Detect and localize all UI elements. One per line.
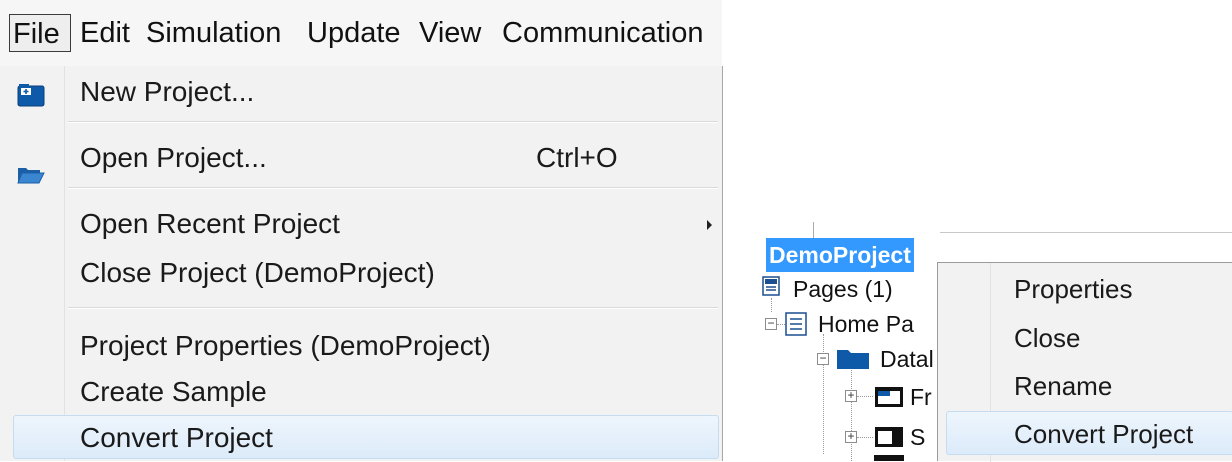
frame-icon	[875, 387, 903, 407]
page-icon	[785, 312, 807, 336]
tree-node-s[interactable]: S	[910, 420, 925, 454]
menu-item-open-project[interactable]: Open Project...	[80, 136, 267, 180]
tree-connector	[857, 396, 873, 397]
menu-separator	[68, 307, 718, 309]
tree-collapse-toggle[interactable]: −	[765, 317, 777, 330]
tree-connector	[857, 437, 873, 438]
shortcut-open-project: Ctrl+O	[536, 142, 618, 173]
folder-icon	[837, 350, 869, 369]
menu-item-convert-project[interactable]: Convert Project	[80, 416, 273, 460]
pages-icon	[762, 276, 780, 296]
tree-connector	[777, 324, 785, 325]
menu-separator	[68, 187, 718, 189]
tree-node-fr[interactable]: Fr	[910, 380, 932, 414]
menu-communication[interactable]: Communication	[502, 14, 703, 52]
context-item-close[interactable]: Close	[1014, 316, 1080, 360]
menu-file[interactable]: File	[9, 14, 71, 52]
menu-simulation[interactable]: Simulation	[146, 14, 281, 52]
tree-node-datal[interactable]: Datal	[880, 342, 934, 376]
menu-separator	[68, 121, 718, 123]
menu-item-close-project[interactable]: Close Project (DemoProject)	[80, 251, 435, 295]
menu-update[interactable]: Update	[307, 14, 401, 52]
tree-node-project-selected[interactable]: DemoProject	[766, 238, 914, 272]
folder-open-icon	[17, 168, 45, 184]
tree-connector	[771, 298, 772, 312]
menu-item-create-sample[interactable]: Create Sample	[80, 370, 267, 414]
tree-collapse-toggle[interactable]: −	[817, 352, 829, 365]
context-menu: Properties Close Rename Convert Project	[937, 262, 1232, 462]
file-dropdown-menu: New Project... Open Project... Ctrl+O Op…	[0, 66, 723, 461]
menu-icon-gutter	[0, 66, 65, 461]
tree-expand-toggle[interactable]: +	[845, 430, 857, 443]
tree-header-strip	[940, 232, 1232, 263]
context-item-rename[interactable]: Rename	[1014, 364, 1112, 408]
tree-node-pages[interactable]: Pages (1)	[793, 272, 893, 306]
tree-node-home-page[interactable]: Home Pa	[818, 307, 914, 341]
menu-view[interactable]: View	[419, 14, 481, 52]
menu-bar: File Edit Simulation Update View Communi…	[0, 0, 722, 67]
screen-icon	[875, 427, 903, 447]
tree-connector	[851, 368, 852, 461]
context-item-properties[interactable]: Properties	[1014, 267, 1133, 311]
frame-icon	[874, 455, 904, 461]
menu-item-new-project[interactable]: New Project...	[80, 70, 254, 114]
menu-item-project-properties[interactable]: Project Properties (DemoProject)	[80, 324, 491, 368]
menu-edit[interactable]: Edit	[80, 14, 130, 52]
context-item-convert-project[interactable]: Convert Project	[1014, 412, 1193, 456]
tree-expand-toggle[interactable]: +	[845, 389, 857, 402]
submenu-arrow-icon	[707, 220, 712, 230]
menu-item-open-recent-project[interactable]: Open Recent Project	[80, 202, 340, 246]
new-project-icon	[17, 84, 45, 107]
